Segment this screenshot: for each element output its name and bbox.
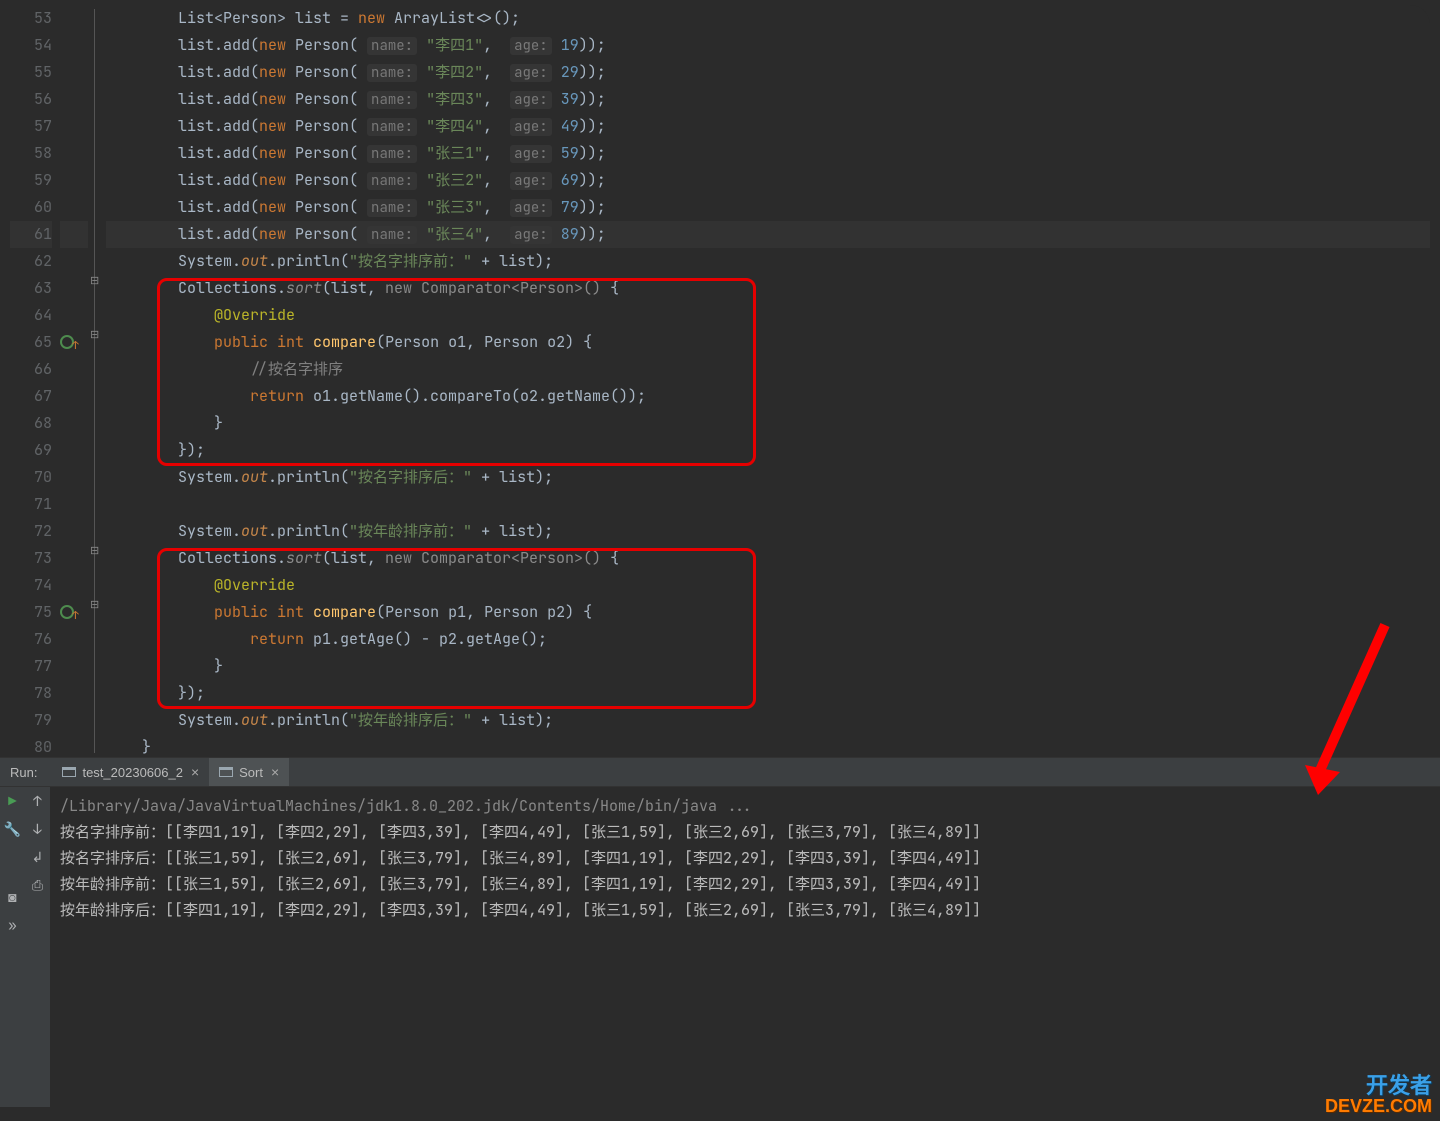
run-tab-0[interactable]: test_20230606_2×	[52, 758, 209, 786]
command-line: /Library/Java/JavaVirtualMachines/jdk1.8…	[60, 793, 1430, 819]
marker-gutter	[60, 5, 88, 757]
run-label: Run:	[10, 765, 37, 780]
run-tools-right: ↑ ↓ ↲ ⎙	[25, 787, 50, 1107]
down-icon[interactable]: ↓	[29, 821, 47, 839]
output-line: 按年龄排序前：[[张三1,59], [张三2,69], [张三3,79], [张…	[60, 871, 1430, 897]
run-panel: ▶ 🔧 ◙ » ↑ ↓ ↲ ⎙ /Library/Java/JavaVirtua…	[0, 787, 1440, 1107]
console-output[interactable]: /Library/Java/JavaVirtualMachines/jdk1.8…	[50, 787, 1440, 1107]
run-toolbar: Run: test_20230606_2× Sort×	[0, 757, 1440, 787]
fold-gutter: ⊟ ⊟ ⊟ ⊟	[88, 5, 102, 757]
tab-icon	[62, 767, 76, 777]
code-editor[interactable]: 5354555657585960616263646566676869707172…	[10, 5, 1430, 757]
output-line: 按名字排序前：[[李四1,19], [李四2,29], [李四3,39], [李…	[60, 819, 1430, 845]
up-icon[interactable]: ↑	[29, 793, 47, 811]
print-icon[interactable]: ⎙	[29, 877, 47, 895]
run-icon[interactable]: ▶	[4, 793, 22, 811]
wrap-icon[interactable]: ↲	[29, 849, 47, 867]
output-line: 按年龄排序后：[[李四1,19], [李四2,29], [李四3,39], [李…	[60, 897, 1430, 923]
watermark: 开发者 DEVZE.COM	[1325, 1075, 1432, 1115]
wrench-icon[interactable]: 🔧	[4, 821, 22, 839]
output-line: 按名字排序后：[[张三1,59], [张三2,69], [张三3,79], [张…	[60, 845, 1430, 871]
camera-icon[interactable]: ◙	[4, 889, 22, 907]
run-tab-1[interactable]: Sort×	[209, 758, 289, 786]
tab-icon	[219, 767, 233, 777]
expand-icon[interactable]: »	[4, 917, 22, 935]
annotation-arrow	[1300, 620, 1400, 805]
run-tools-left: ▶ 🔧 ◙ »	[0, 787, 25, 1107]
line-number-gutter: 5354555657585960616263646566676869707172…	[10, 5, 60, 757]
code-area[interactable]: List<Person> list = new ArrayList<>(); l…	[102, 5, 1430, 757]
close-icon[interactable]: ×	[271, 764, 279, 780]
close-icon[interactable]: ×	[191, 764, 199, 780]
